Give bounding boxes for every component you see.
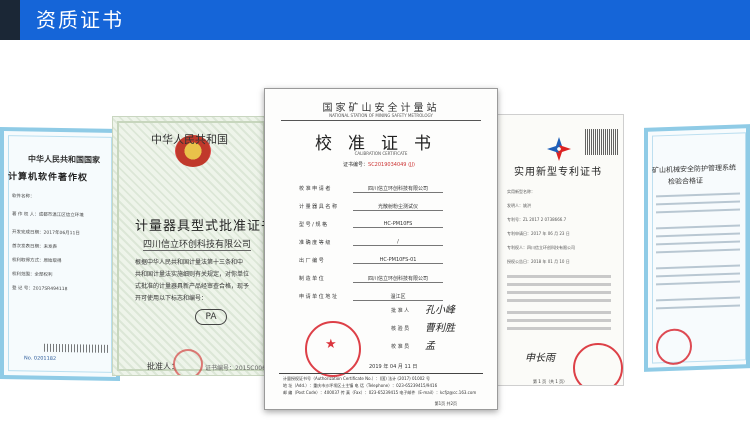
- signer-label: 核 验 员: [391, 326, 410, 332]
- certificate-row: 开发完成日期：2017年06月11日: [12, 230, 80, 237]
- director-signature: 申长雨: [525, 353, 555, 364]
- pa-mark: PA: [195, 309, 227, 325]
- red-seal-stamp: [573, 343, 623, 385]
- signature: 孔小峰: [425, 305, 455, 316]
- certificate-title: 计量器具型式批准证书: [135, 219, 270, 234]
- certificate-row: 首次发表日期：未发表: [12, 244, 57, 250]
- patent-office-logo-icon: [547, 137, 571, 161]
- issue-date: 2019 年 04 月 11 日: [369, 364, 418, 370]
- page-title: 资质证书: [36, 8, 124, 32]
- page-number: 第1页 共2页: [434, 401, 457, 406]
- field-label: 制 造 单 位: [299, 276, 324, 282]
- signature: 孟: [425, 341, 435, 352]
- signer-label: 校 准 员: [391, 344, 410, 350]
- calibration-certificate[interactable]: 国家矿山安全计量站 NATIONAL STATION OF MINING SAF…: [264, 88, 498, 410]
- certificate-row: 权利取得方式：原始取得: [12, 258, 62, 265]
- issuing-organization: 国家矿山安全计量站: [322, 103, 440, 114]
- field-label: 型 号 / 规 格: [299, 222, 328, 228]
- issuing-organization-en: NATIONAL STATION OF MINING SAFETY METROL…: [329, 113, 433, 118]
- divider: [279, 373, 483, 374]
- text-block: [507, 319, 611, 322]
- certificate-number: 证书编号：2015C006-: [205, 365, 269, 372]
- field-label: 准 确 度 等 级: [299, 240, 331, 246]
- text-block: [507, 299, 611, 302]
- text-block: [507, 327, 611, 330]
- certificate-title: 计算机软件著作权: [8, 172, 89, 184]
- signature: 曹利胜: [425, 323, 455, 334]
- certificate-body: 根据中华人民共和国计量法第十三条和中 共和国计量法实施细则有关规定，对你单位 式…: [135, 257, 249, 305]
- signer-label: 批 准 人: [391, 308, 410, 314]
- field-label: 校 准 申 请 者: [299, 186, 331, 192]
- patent-line: 实用新型名称：: [507, 189, 535, 194]
- certificate-heading: 中华人民共和国国家: [28, 153, 100, 165]
- text-block: [507, 311, 611, 314]
- patent-line: 专利申请日：2017 年 06 月 23 日: [507, 231, 570, 236]
- field-value: 四川信立环创科技有限公司: [353, 185, 443, 193]
- software-copyright-certificate[interactable]: 中华人民共和国国家 计算机软件著作权 软件名称： 著 作 权 人：成都市温江区信…: [0, 126, 120, 382]
- certificate-heading: 中华人民共和国: [151, 133, 228, 146]
- certificate-row: 权利范围：全部权利: [12, 272, 53, 278]
- red-seal-stamp: [305, 321, 361, 377]
- red-seal-stamp: [173, 349, 203, 375]
- text-block: [507, 275, 611, 278]
- divider: [281, 120, 481, 121]
- safety-system-certificate[interactable]: 矿山机械安全防护管理系统 检验合格证: [644, 124, 750, 372]
- header-accent-bar: [0, 0, 20, 40]
- field-value: 温江区: [353, 293, 443, 301]
- field-value: HC-PM10FS-01: [353, 257, 443, 264]
- footer-line: 地 址（Add.）：重庆市沙坪坝区土主镇 电 话（Telephone）：023-…: [283, 383, 438, 388]
- certificate-row: 著 作 权 人：成都市温江区信立环境: [12, 212, 84, 219]
- patent-line: 专利号：ZL 2017 2 0738666.7: [507, 217, 567, 222]
- certificate-number: No. 0201182: [24, 355, 57, 362]
- barcode-graphic: [44, 343, 108, 353]
- patent-line: 授权公告日：2018 年 01 月 10 日: [507, 259, 570, 264]
- certificate-row: 登 记 号：2017SR494118: [12, 286, 68, 293]
- patent-line: 专利权人：四川信立环创科技有限公司: [507, 245, 575, 250]
- certificate-title: 检验合格证: [668, 176, 703, 187]
- utility-patent-certificate[interactable]: 实用新型专利证书 实用新型名称： 发明人：姚洪 专利号：ZL 2017 2 07…: [492, 114, 624, 386]
- field-label: 计 量 器 具 名 称: [299, 204, 337, 210]
- field-label: 出 厂 编 号: [299, 258, 324, 264]
- field-value: 光散射粉尘测试仪: [353, 203, 443, 211]
- certificate-number: 证书编号：SC2019034049 (JJ): [343, 161, 415, 168]
- body-line: 开可使用以下标志和编号：: [135, 295, 208, 302]
- field-value: 四川信立环创科技有限公司: [353, 275, 443, 283]
- page-number: 第 1 页（共 1 页）: [533, 379, 568, 384]
- text-block: [507, 283, 611, 286]
- body-line: 式批准的计量器具新产品经审查合格，现予: [135, 283, 250, 290]
- field-value: HC-PM10FS: [353, 221, 443, 228]
- certificate-title: 实用新型专利证书: [514, 167, 602, 178]
- page-header: 资质证书: [0, 0, 750, 40]
- patent-line: 发明人：姚洪: [507, 203, 531, 208]
- text-block: [507, 291, 611, 294]
- pattern-approval-certificate[interactable]: 中华人民共和国 计量器具型式批准证书 四川信立环创科技有限公司 根据中华人民共和…: [112, 116, 270, 376]
- footer-line: 邮 编（Post Code）：400037 传 真（Fax）：023-65239…: [283, 390, 477, 395]
- body-line: 共和国计量法实施细则有关规定，对你单位: [135, 271, 250, 278]
- certificate-number-label: 证书编号：: [343, 162, 369, 168]
- certificate-number-value: SC2019034049 (JJ): [368, 162, 415, 168]
- certificate-row: 软件名称：: [12, 194, 35, 200]
- certificate-title-en: CALIBRATION CERTIFICATE: [354, 151, 408, 156]
- field-value: /: [353, 239, 443, 246]
- company-name: 四川信立环创科技有限公司: [143, 237, 252, 251]
- body-line: 根据中华人民共和国计量法第十三条和中: [135, 259, 244, 266]
- footer-line: 计量授权证书号（Authorization Certificate No.）：(…: [283, 376, 430, 381]
- qr-code-graphic: [585, 129, 619, 155]
- field-label: 申 请 单 位 地 址: [299, 294, 337, 300]
